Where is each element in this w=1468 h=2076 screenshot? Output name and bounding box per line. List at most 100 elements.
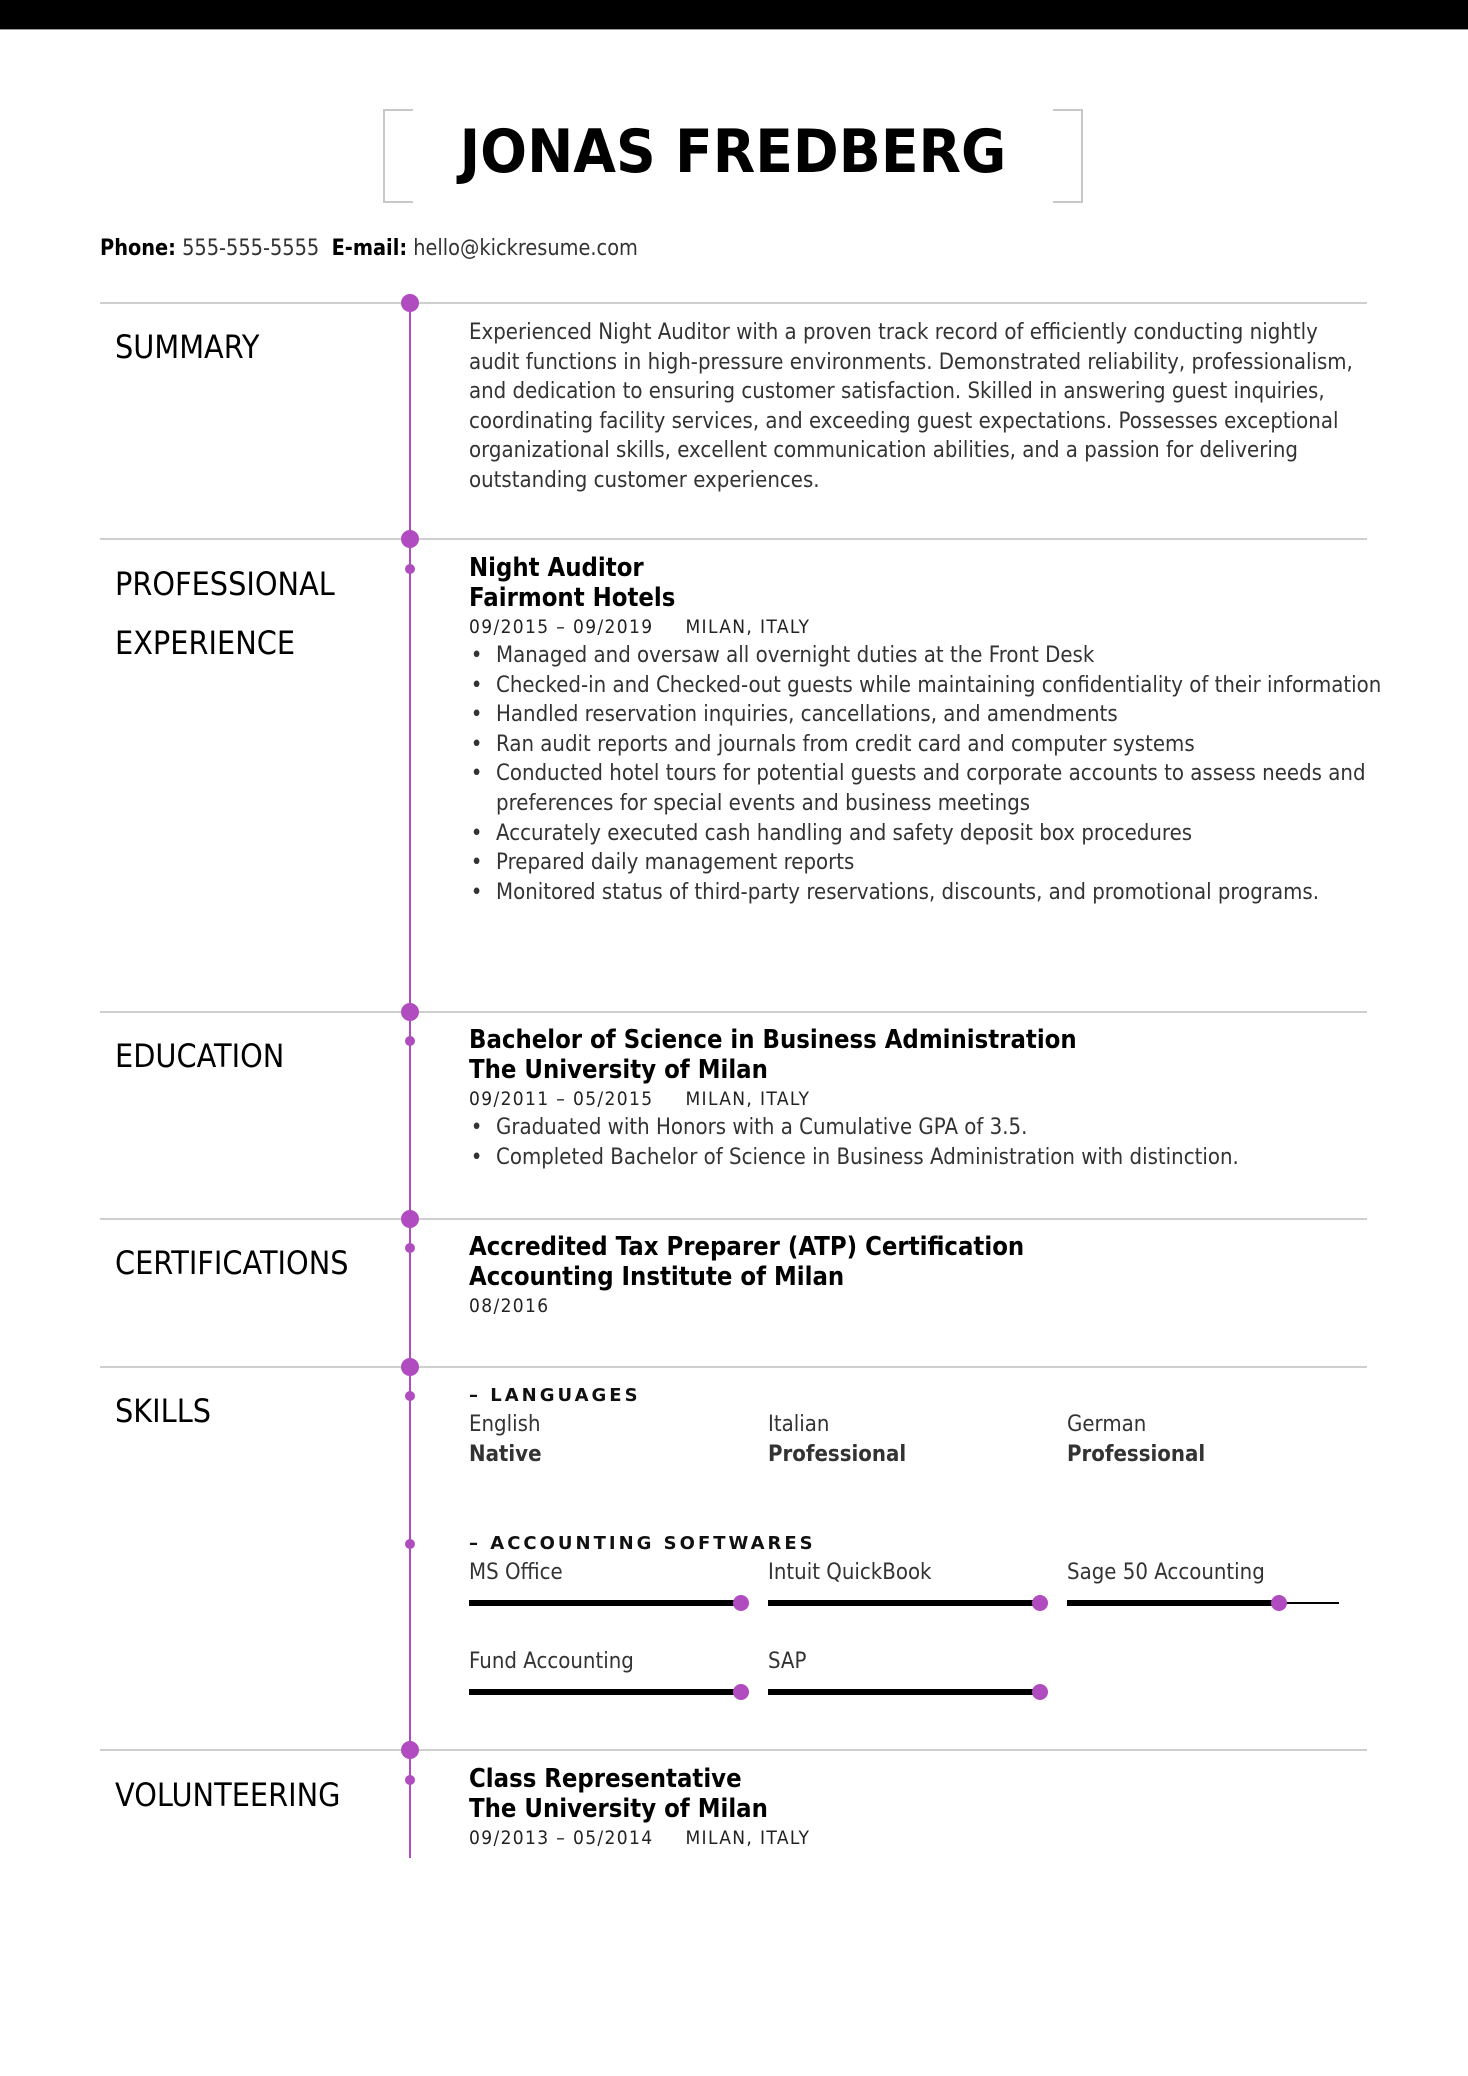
volunteering-entry: Class Representative The University of M… xyxy=(469,1764,1369,1852)
skill-level-dot xyxy=(733,1684,749,1700)
volunteer-org: The University of Milan xyxy=(469,1794,768,1824)
right-bracket-decoration xyxy=(1053,109,1083,203)
skill-name: MS Office xyxy=(469,1560,563,1585)
volunteer-location: MILAN, ITALY xyxy=(685,1827,811,1849)
section-title-experience-line2: EXPERIENCE xyxy=(115,624,296,662)
skill-name: Sage 50 Accounting xyxy=(1067,1560,1265,1585)
section-divider xyxy=(100,1011,1367,1013)
job-location: MILAN, ITALY xyxy=(685,616,811,638)
certification-issuer: Accounting Institute of Milan xyxy=(469,1262,845,1292)
skill-fill xyxy=(1067,1600,1279,1606)
bullet-item: Graduated with Honors with a Cumulative … xyxy=(469,1113,1396,1143)
candidate-name: JONAS FREDBERG xyxy=(459,117,1007,187)
software-list: MS Office Intuit QuickBook Sage 50 Accou… xyxy=(469,1558,1369,1738)
bullet-item: Ran audit reports and journals from cred… xyxy=(469,730,1396,760)
section-title-certifications: CERTIFICATIONS xyxy=(115,1244,349,1282)
certification-date: 08/2016 xyxy=(469,1295,550,1317)
bullet-item: Prepared daily management reports xyxy=(469,848,1396,878)
skill-name: Intuit QuickBook xyxy=(768,1560,932,1585)
phone-value: 555-555-5555 xyxy=(182,236,320,261)
bullet-item: Accurately executed cash handling and sa… xyxy=(469,819,1396,849)
skill-fill xyxy=(768,1689,1040,1695)
left-bracket-decoration xyxy=(383,109,413,203)
section-title-experience: PROFESSIONAL EXPERIENCE xyxy=(115,555,335,673)
language-item: English Native xyxy=(469,1410,759,1469)
skill-name: SAP xyxy=(768,1649,807,1674)
certification-name: Accredited Tax Preparer (ATP) Certificat… xyxy=(469,1232,1025,1262)
employer: Fairmont Hotels xyxy=(469,583,676,613)
education-bullets: Graduated with Honors with a Cumulative … xyxy=(469,1113,1369,1172)
experience-entry: Night Auditor Fairmont Hotels 09/2015 – … xyxy=(469,553,1381,907)
language-level: Professional xyxy=(1067,1441,1206,1467)
education-dates: 09/2011 – 05/2015 xyxy=(469,1088,654,1110)
job-title: Night Auditor xyxy=(469,553,644,583)
skill-level-dot xyxy=(1271,1595,1287,1611)
job-dates: 09/2015 – 09/2019 xyxy=(469,616,654,638)
languages-heading: – LANGUAGES xyxy=(469,1385,641,1406)
timeline-dot xyxy=(401,294,419,312)
skill-item: MS Office xyxy=(469,1558,749,1618)
bullet-item: Conducted hotel tours for potential gues… xyxy=(469,759,1396,818)
timeline-small-dot xyxy=(405,1243,415,1253)
skill-item: SAP xyxy=(768,1647,1048,1707)
school-name: The University of Milan xyxy=(469,1055,768,1085)
certification-entry: Accredited Tax Preparer (ATP) Certificat… xyxy=(469,1232,1369,1320)
section-divider xyxy=(100,1749,1367,1751)
bullet-item: Managed and oversaw all overnight duties… xyxy=(469,641,1396,671)
language-name: English xyxy=(469,1412,541,1437)
timeline-small-dot xyxy=(405,1036,415,1046)
skill-item: Fund Accounting xyxy=(469,1647,749,1707)
email-label: E-mail: xyxy=(331,236,408,261)
contact-line: Phone: 555-555-5555 E-mail: hello@kickre… xyxy=(100,236,638,261)
skill-item: Sage 50 Accounting xyxy=(1067,1558,1347,1618)
section-title-experience-line1: PROFESSIONAL xyxy=(115,565,335,603)
language-level: Professional xyxy=(768,1441,907,1467)
skill-fill xyxy=(469,1600,741,1606)
timeline-small-dot xyxy=(405,1539,415,1549)
timeline-dot xyxy=(401,1210,419,1228)
timeline-small-dot xyxy=(405,1775,415,1785)
section-divider xyxy=(100,538,1367,540)
timeline-dot xyxy=(401,1003,419,1021)
language-name: German xyxy=(1067,1412,1147,1437)
education-entry: Bachelor of Science in Business Administ… xyxy=(469,1025,1369,1172)
section-title-volunteering: VOLUNTEERING xyxy=(115,1776,341,1814)
top-bar xyxy=(0,0,1468,30)
bullet-item: Handled reservation inquiries, cancellat… xyxy=(469,700,1396,730)
volunteer-dates: 09/2013 – 05/2014 xyxy=(469,1827,654,1849)
timeline-dot xyxy=(401,1358,419,1376)
section-divider xyxy=(100,1366,1367,1368)
skill-fill xyxy=(768,1600,1040,1606)
summary-section: Experienced Night Auditor with a proven … xyxy=(469,318,1369,496)
timeline-small-dot xyxy=(405,564,415,574)
skill-fill xyxy=(469,1689,741,1695)
skill-level-dot xyxy=(733,1595,749,1611)
job-meta: 09/2015 – 09/2019 MILAN, ITALY xyxy=(469,613,1279,641)
skill-item: Intuit QuickBook xyxy=(768,1558,1048,1618)
education-location: MILAN, ITALY xyxy=(685,1088,811,1110)
language-item: Italian Professional xyxy=(768,1410,1058,1469)
volunteer-role: Class Representative xyxy=(469,1764,742,1794)
section-divider xyxy=(100,302,1367,304)
summary-text: Experienced Night Auditor with a proven … xyxy=(469,320,1353,493)
skill-level-dot xyxy=(1032,1595,1048,1611)
volunteer-meta: 09/2013 – 05/2014 MILAN, ITALY xyxy=(469,1824,1279,1852)
section-title-education: EDUCATION xyxy=(115,1037,285,1075)
language-item: German Professional xyxy=(1067,1410,1357,1469)
section-divider xyxy=(100,1218,1367,1220)
language-level: Native xyxy=(469,1441,542,1467)
skills-section: – LANGUAGES English Native Italian Profe… xyxy=(469,1382,1369,1470)
section-title-summary: SUMMARY xyxy=(115,328,260,366)
languages-list: English Native Italian Professional Germ… xyxy=(469,1410,1369,1470)
skill-level-dot xyxy=(1032,1684,1048,1700)
skill-name: Fund Accounting xyxy=(469,1649,634,1674)
phone-label: Phone: xyxy=(100,236,176,261)
section-title-skills: SKILLS xyxy=(115,1392,212,1430)
timeline-dot xyxy=(401,530,419,548)
degree-title: Bachelor of Science in Business Administ… xyxy=(469,1025,1077,1055)
software-heading: – ACCOUNTING SOFTWARES xyxy=(469,1533,816,1554)
timeline-small-dot xyxy=(405,1391,415,1401)
software-skills: – ACCOUNTING SOFTWARES MS Office Intuit … xyxy=(469,1530,1369,1738)
bullet-item: Checked-in and Checked-out guests while … xyxy=(469,671,1396,701)
education-meta: 09/2011 – 05/2015 MILAN, ITALY xyxy=(469,1085,1279,1113)
